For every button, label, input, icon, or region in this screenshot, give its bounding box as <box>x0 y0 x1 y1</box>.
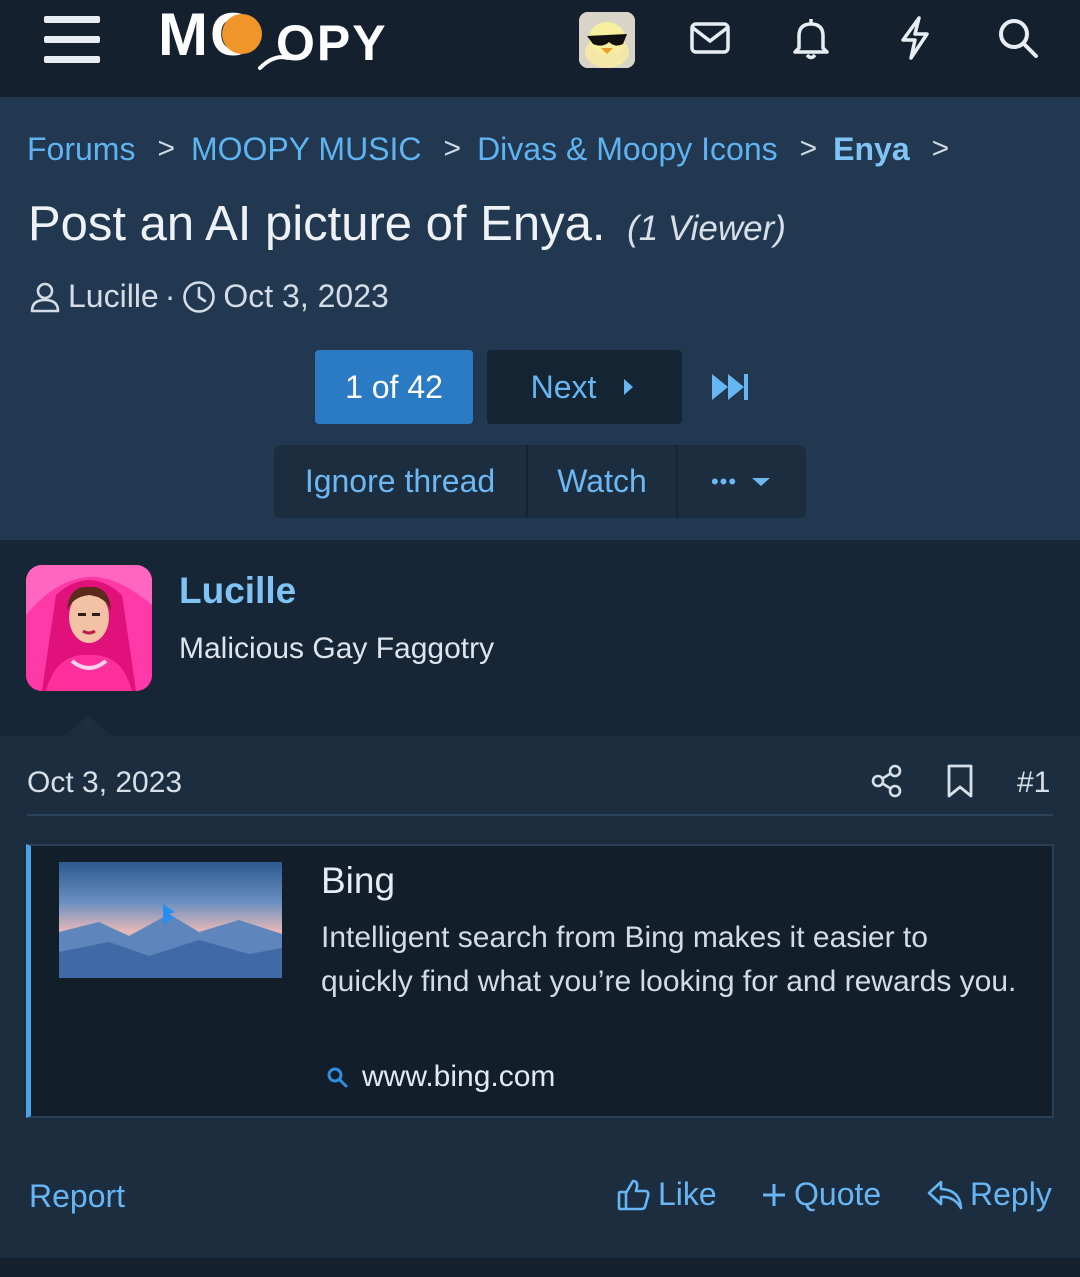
post-author-bar <box>0 540 1080 736</box>
chevron-right-icon: > <box>931 132 950 165</box>
last-page-icon[interactable] <box>708 368 752 406</box>
bell-icon[interactable] <box>787 14 835 62</box>
top-navigation-bar: MO OPY <box>0 0 1080 97</box>
user-icon <box>30 282 60 312</box>
divider <box>27 814 1053 816</box>
post-date[interactable]: Oct 3, 2023 <box>27 766 182 800</box>
clock-icon <box>183 280 216 313</box>
report-button[interactable]: Report <box>29 1178 125 1215</box>
search-icon <box>327 1067 348 1088</box>
breadcrumb-enya[interactable]: Enya <box>833 131 909 168</box>
thread-action-buttons: Ignore thread Watch ••• <box>274 445 806 518</box>
reply-button[interactable]: Reply <box>926 1176 1052 1213</box>
reply-icon <box>927 1180 963 1209</box>
like-label: Like <box>658 1176 717 1212</box>
share-icon[interactable] <box>869 763 905 799</box>
message-pointer <box>64 716 112 736</box>
author-user-title: Malicious Gay Faggotry <box>179 632 495 665</box>
author-avatar[interactable] <box>26 565 152 691</box>
thread-title: Post an AI picture of Enya. <box>28 197 606 251</box>
breadcrumb: Forums > MOOPY MUSIC > Divas & Moopy Ico… <box>27 129 965 169</box>
link-url-text: www.bing.com <box>362 1060 556 1093</box>
bookmark-icon[interactable] <box>944 763 976 799</box>
author-name[interactable]: Lucille <box>179 570 296 612</box>
breadcrumb-forums[interactable]: Forums <box>27 131 135 168</box>
quote-label: Quote <box>794 1176 882 1212</box>
link-preview-url[interactable]: www.bing.com <box>326 1060 555 1094</box>
ignore-thread-button[interactable]: Ignore thread <box>274 445 528 518</box>
page-selector-button[interactable]: 1 of 42 <box>315 350 473 424</box>
next-page-button[interactable]: Next <box>487 350 682 424</box>
next-post-edge <box>0 1258 1080 1277</box>
caret-right-icon <box>624 379 634 395</box>
like-button[interactable]: Like <box>616 1176 717 1213</box>
watch-button[interactable]: Watch <box>528 445 678 518</box>
page-title: Post an AI picture of Enya. (1 Viewer) <box>28 196 786 252</box>
reply-label: Reply <box>970 1176 1052 1212</box>
thread-meta: Lucille · Oct 3, 2023 <box>28 278 389 315</box>
more-options-button[interactable]: ••• <box>678 445 806 518</box>
chevron-right-icon: > <box>799 132 818 165</box>
meta-separator: · <box>164 278 176 314</box>
bolt-icon[interactable] <box>891 14 939 62</box>
breadcrumb-divas[interactable]: Divas & Moopy Icons <box>477 131 778 168</box>
chevron-right-icon: > <box>157 132 175 165</box>
link-preview-title[interactable]: Bing <box>321 860 395 902</box>
more-dots-icon: ••• <box>710 468 738 494</box>
site-logo[interactable]: MO OPY <box>158 2 418 72</box>
avatar[interactable] <box>579 12 635 68</box>
mail-icon[interactable] <box>686 14 734 62</box>
thumbs-up-icon <box>617 1179 650 1210</box>
plus-icon <box>763 1183 785 1206</box>
search-icon[interactable] <box>994 14 1042 62</box>
link-preview-image <box>59 862 282 978</box>
thread-date[interactable]: Oct 3, 2023 <box>223 278 388 315</box>
chevron-right-icon: > <box>443 132 462 165</box>
viewer-count: (1 Viewer) <box>627 209 786 248</box>
next-label: Next <box>530 368 597 405</box>
chevron-down-icon <box>752 477 771 486</box>
menu-icon[interactable] <box>44 16 100 64</box>
thread-author[interactable]: Lucille <box>68 278 159 315</box>
post-number[interactable]: #1 <box>1017 766 1050 800</box>
link-preview-description: Intelligent search from Bing makes it ea… <box>321 921 1017 998</box>
breadcrumb-moopy-music[interactable]: MOOPY MUSIC <box>191 131 422 168</box>
quote-button[interactable]: Quote <box>760 1176 881 1213</box>
logo-text-right: OPY <box>276 15 388 71</box>
